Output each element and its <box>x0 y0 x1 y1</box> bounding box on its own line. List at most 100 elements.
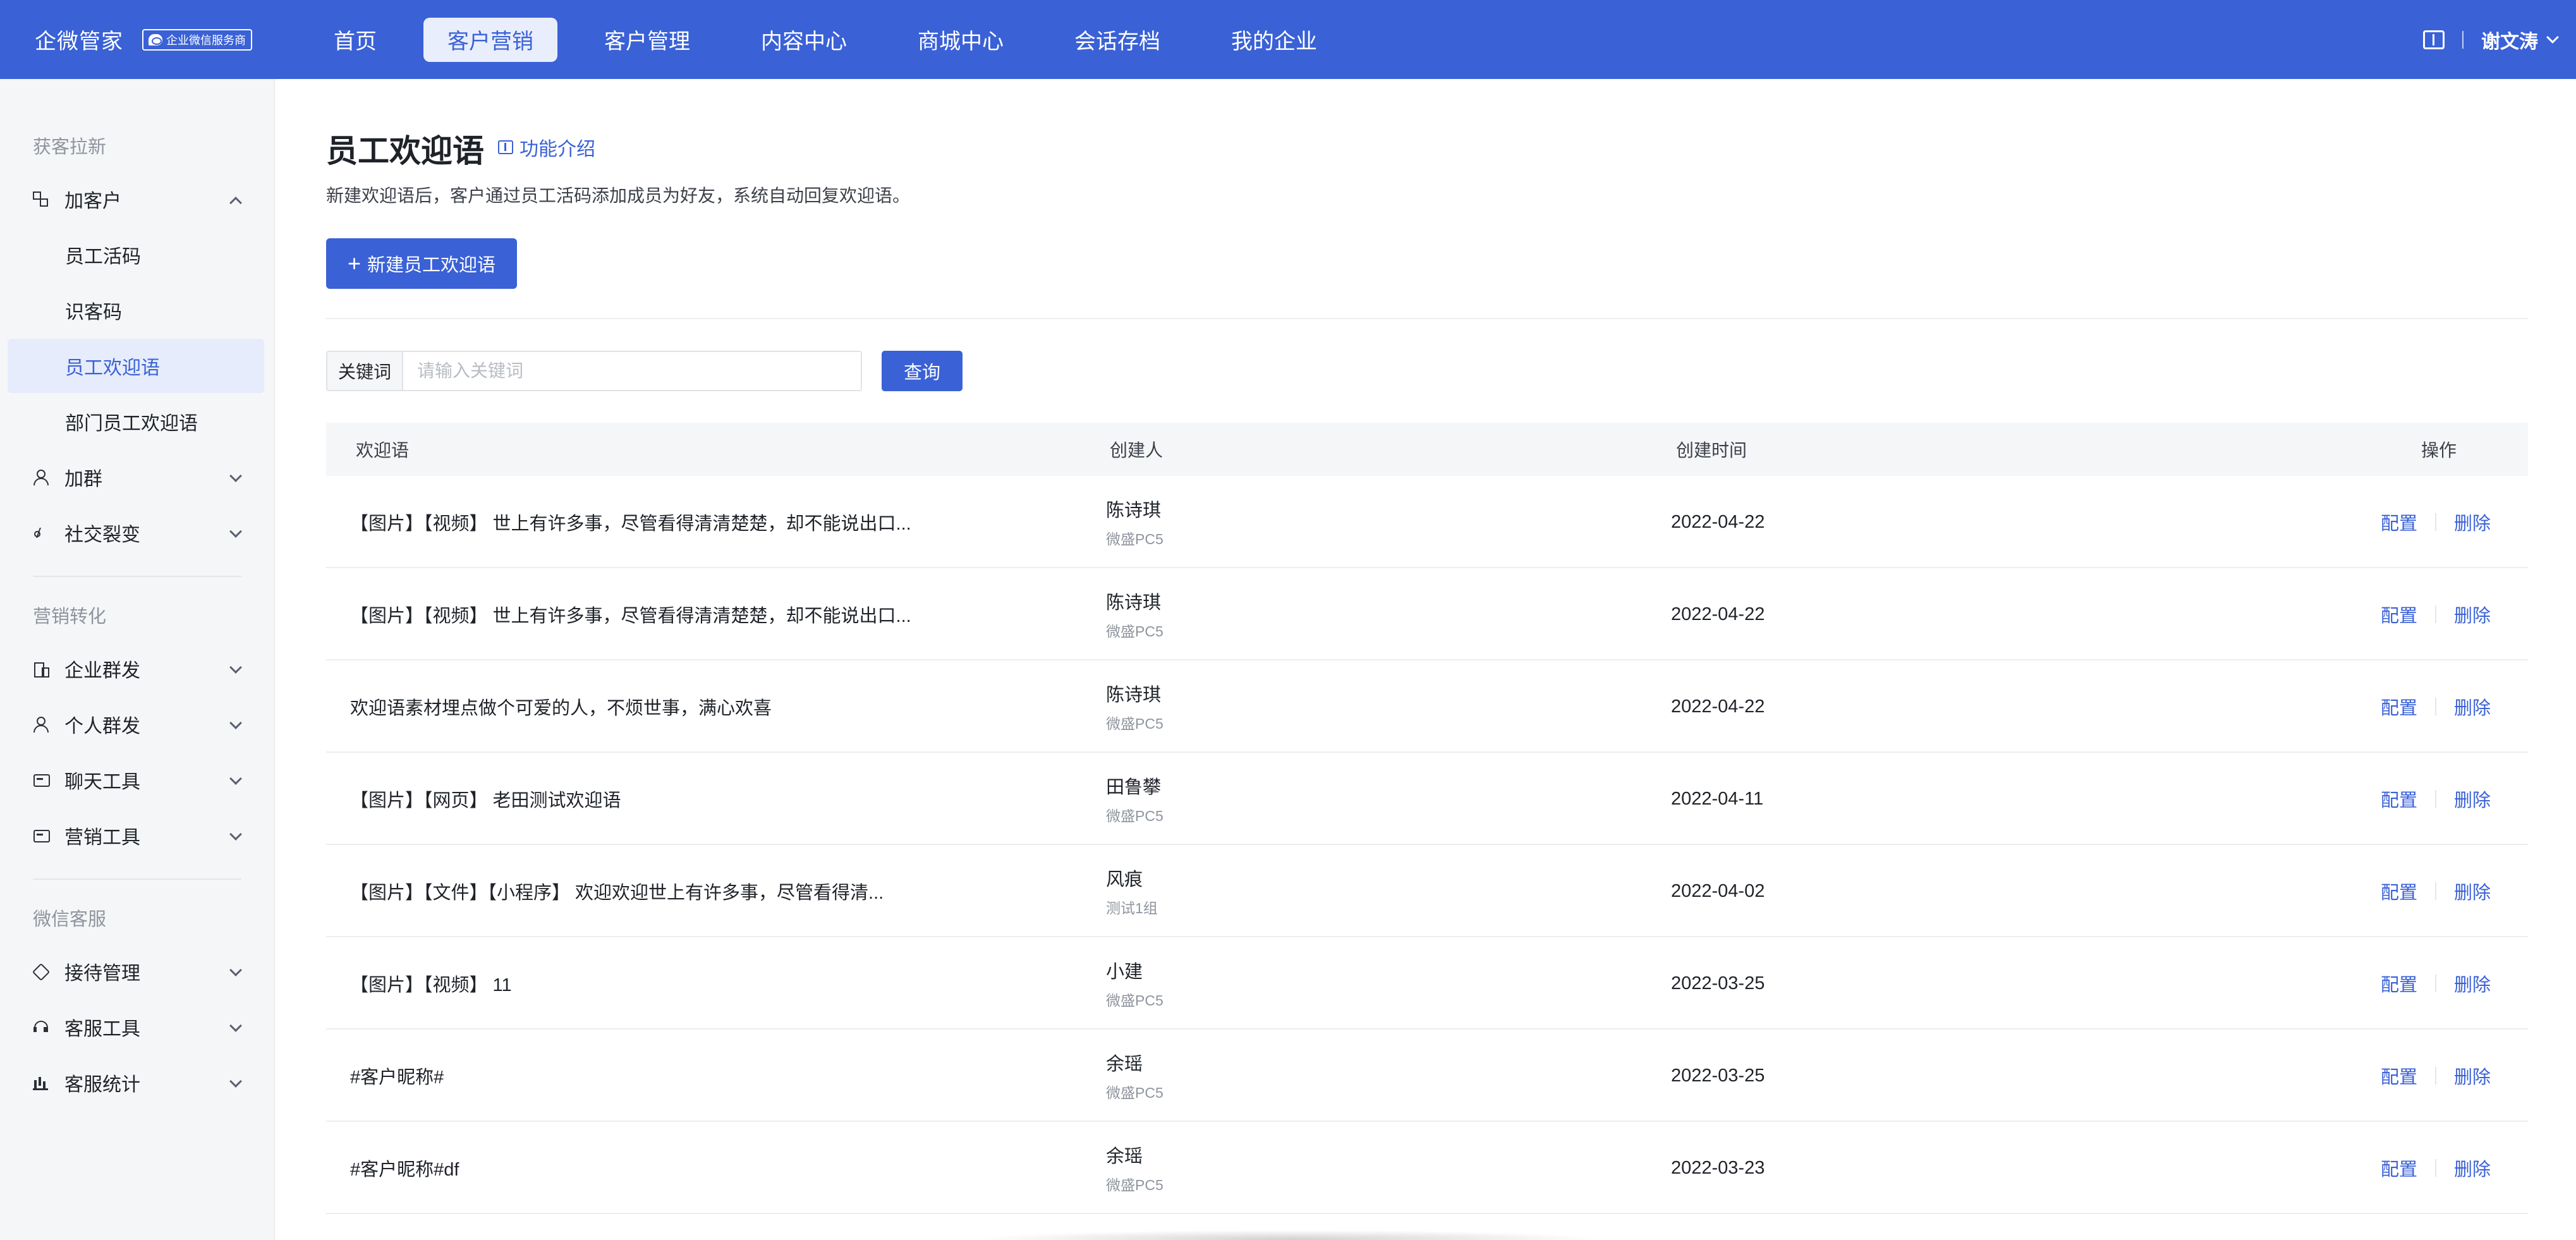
sidebar-item-label: 企业群发 <box>64 660 140 681</box>
sidebar-item-chat-tools[interactable]: 聊天工具 <box>8 753 264 807</box>
action-divider <box>2434 790 2436 808</box>
creator-name: 风痕 <box>1106 870 1143 890</box>
greeting-text: #客户昵称# <box>350 1067 444 1088</box>
nav-mall-center[interactable]: 商城中心 <box>894 18 1028 62</box>
sidebar-item-service-stats[interactable]: 客服统计 <box>8 1055 264 1110</box>
created-time: 2022-04-02 <box>1671 880 1765 901</box>
delete-button[interactable]: 删除 <box>2454 601 2491 628</box>
delete-button[interactable]: 删除 <box>2454 1062 2491 1089</box>
chevron-down-icon <box>229 525 242 538</box>
creator-dept: 测试1组 <box>1106 900 1158 916</box>
created-time: 2022-04-22 <box>1671 604 1765 624</box>
sidebar-item-add-group[interactable]: 加群 <box>8 450 264 504</box>
username[interactable]: 谢文涛 <box>2481 26 2538 54</box>
created-time: 2022-03-25 <box>1671 1065 1765 1086</box>
tag-icon <box>33 964 48 979</box>
nav-customer-management[interactable]: 客户管理 <box>580 18 714 62</box>
greeting-text: 【图片】【视频】 11 <box>350 975 512 995</box>
delete-button[interactable]: 删除 <box>2454 693 2491 720</box>
sidebar-item-reception-management[interactable]: 接待管理 <box>8 944 264 999</box>
config-button[interactable]: 配置 <box>2381 786 2417 812</box>
creator-cell: 风痕 测试1组 <box>1106 845 1158 937</box>
row-actions: 配置 删除 <box>2381 753 2491 845</box>
nav-customer-marketing[interactable]: 客户营销 <box>423 17 557 62</box>
chevron-down-icon[interactable] <box>2546 30 2559 44</box>
config-button[interactable]: 配置 <box>2381 878 2417 904</box>
table-row: 【图片】【文件】【小程序】 欢迎欢迎世上有许多事，尽管看得清... 风痕 测试1… <box>326 845 2528 937</box>
action-divider <box>2434 1067 2436 1085</box>
created-time: 2022-04-11 <box>1671 788 1764 809</box>
creator-cell: 田鲁攀 微盛PC5 <box>1106 753 1163 845</box>
action-divider <box>2434 698 2436 715</box>
brand[interactable]: 企微管家 企业微信服务商 <box>35 0 252 79</box>
chevron-up-icon <box>229 197 242 209</box>
nav-my-enterprise[interactable]: 我的企业 <box>1207 18 1341 62</box>
delete-button[interactable]: 删除 <box>2454 509 2491 535</box>
sidebar-item-label: 识客码 <box>65 302 122 323</box>
sidebar-item-add-customer[interactable]: 加客户 <box>8 172 264 226</box>
chevron-down-icon <box>229 470 242 482</box>
new-greeting-label: 新建员工欢迎语 <box>367 255 496 276</box>
greeting-text: 欢迎语素材埋点做个可爱的人，不烦世事，满心欢喜 <box>350 698 772 719</box>
wecom-icon <box>149 33 162 46</box>
sidebar-item-customer-code[interactable]: 识客码 <box>8 283 264 337</box>
chevron-down-icon <box>229 1075 242 1088</box>
table-row: #客户昵称#df 余瑶 微盛PC5 2022-03-23 配置 删除 <box>326 1122 2528 1214</box>
nav-home[interactable]: 首页 <box>310 18 401 62</box>
sidebar-item-label: 员工活码 <box>65 246 141 267</box>
config-button[interactable]: 配置 <box>2381 601 2417 628</box>
query-button[interactable]: 查询 <box>882 351 963 391</box>
delete-button[interactable]: 删除 <box>2454 1155 2491 1181</box>
table-row: 【图片】【网页】 老田测试欢迎语 田鲁攀 微盛PC5 2022-04-11 配置… <box>326 753 2528 845</box>
table-row: 【图片】【视频】 世上有许多事，尽管看得清清楚楚，却不能说出口... 陈诗琪 微… <box>326 568 2528 660</box>
sidebar-item-staff-greeting[interactable]: 员工欢迎语 <box>8 339 264 393</box>
delete-button[interactable]: 删除 <box>2454 786 2491 812</box>
person-icon <box>33 717 49 732</box>
nav-content-center[interactable]: 内容中心 <box>737 18 871 62</box>
greeting-text: #客户昵称#df <box>350 1160 459 1180</box>
config-button[interactable]: 配置 <box>2381 693 2417 720</box>
grid-icon <box>33 191 48 207</box>
new-greeting-button[interactable]: + 新建员工欢迎语 <box>326 238 517 289</box>
creator-cell: 余瑶 微盛PC5 <box>1106 1122 1163 1214</box>
created-time: 2022-04-22 <box>1671 696 1765 717</box>
sidebar-section-title: 营销转化 <box>33 607 107 627</box>
badge-label: 企业微信服务商 <box>166 33 246 47</box>
sidebar-item-service-tools[interactable]: 客服工具 <box>8 1000 264 1054</box>
delete-button[interactable]: 删除 <box>2454 878 2491 904</box>
sidebar-item-social-fission[interactable]: 社交裂变 <box>8 506 264 560</box>
sidebar-item-marketing-tools[interactable]: 营销工具 <box>8 808 264 863</box>
greeting-text: 【图片】【文件】【小程序】 欢迎欢迎世上有许多事，尽管看得清... <box>350 883 884 903</box>
keyword-search: 关键词 <box>326 351 862 391</box>
headset-icon <box>33 1019 48 1035</box>
creator-dept: 微盛PC5 <box>1106 623 1163 640</box>
feature-intro-link[interactable]: 功能介绍 <box>498 133 595 161</box>
table-row: 欢迎语素材埋点做个可爱的人，不烦世事，满心欢喜 陈诗琪 微盛PC5 2022-0… <box>326 660 2528 753</box>
keyword-label: 关键词 <box>327 352 403 390</box>
created-time: 2022-03-25 <box>1671 973 1765 994</box>
row-actions: 配置 删除 <box>2381 937 2491 1030</box>
config-button[interactable]: 配置 <box>2381 1062 2417 1089</box>
nav-session-archive[interactable]: 会话存档 <box>1050 18 1184 62</box>
chevron-down-icon <box>229 717 242 729</box>
row-actions: 配置 删除 <box>2381 476 2491 568</box>
action-divider <box>2434 513 2436 531</box>
config-button[interactable]: 配置 <box>2381 970 2417 997</box>
action-divider <box>2434 882 2436 900</box>
creator-name: 余瑶 <box>1106 1146 1143 1167</box>
sidebar-item-personal-broadcast[interactable]: 个人群发 <box>8 697 264 751</box>
keyword-input[interactable] <box>403 352 861 390</box>
creator-dept: 微盛PC5 <box>1106 715 1163 732</box>
help-book-icon[interactable] <box>2423 30 2445 49</box>
sidebar-item-staff-qrcode[interactable]: 员工活码 <box>8 228 264 282</box>
config-button[interactable]: 配置 <box>2381 509 2417 535</box>
creator-dept: 微盛PC5 <box>1106 1177 1163 1193</box>
sidebar-item-dept-greeting[interactable]: 部门员工欢迎语 <box>8 394 264 449</box>
sidebar-item-enterprise-broadcast[interactable]: 企业群发 <box>8 641 264 696</box>
sidebar: 获客拉新 加客户 员工活码 识客码 员工欢迎语 部门员工欢迎语 加群 社交裂变 … <box>0 79 275 1240</box>
config-button[interactable]: 配置 <box>2381 1155 2417 1181</box>
chevron-down-icon <box>229 828 242 841</box>
page-description: 新建欢迎语后，客户通过员工活码添加成员为好友，系统自动回复欢迎语。 <box>326 186 911 205</box>
delete-button[interactable]: 删除 <box>2454 970 2491 997</box>
creator-name: 陈诗琪 <box>1106 501 1162 521</box>
